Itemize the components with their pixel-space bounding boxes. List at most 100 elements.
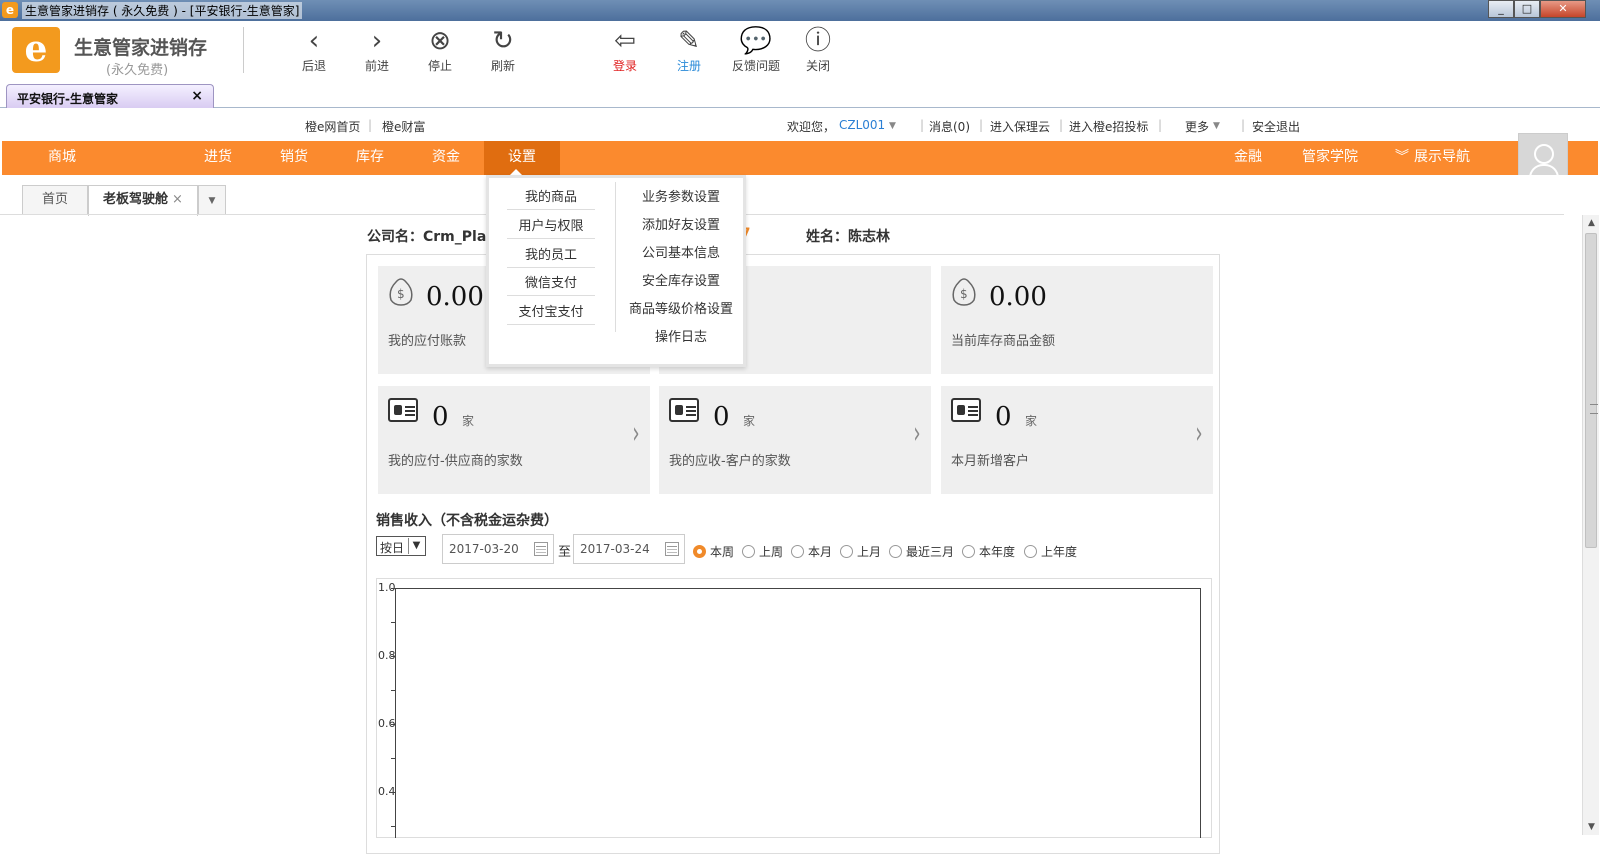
menu-item-grade-price[interactable]: 商品等级价格设置 (618, 298, 744, 317)
stop-button[interactable]: ⊗ 停止 (415, 25, 465, 74)
menu-item-safety-stock[interactable]: 安全库存设置 (618, 270, 744, 289)
close-button[interactable]: ⓘ 关闭 (793, 25, 843, 74)
nav-item-funds[interactable]: 资金 (406, 141, 486, 175)
nav-item-finance[interactable]: 金融 (1218, 141, 1278, 175)
more-menu[interactable]: 更多 (1185, 118, 1209, 135)
menu-item-company-info[interactable]: 公司基本信息 (618, 242, 744, 261)
browser-tab-close-icon[interactable]: × (191, 88, 203, 104)
tab-cockpit[interactable]: 老板驾驶舱 × (88, 185, 198, 216)
home-link[interactable]: 橙e网首页 (305, 118, 360, 135)
link-separator: | (1241, 118, 1246, 132)
chevron-right-icon[interactable]: › (913, 416, 920, 451)
login-icon: ⇦ (614, 26, 636, 56)
range-radio-last-3-months[interactable]: 最近三月 (889, 543, 954, 560)
window-titlebar: e 生意管家进销存 ( 永久免费 ) - [平安银行-生意管家] _ □ ✕ (0, 0, 1600, 21)
feedback-icon: 💬 (739, 26, 773, 56)
user-name: 姓名：陈志林 (806, 229, 890, 245)
calendar-icon[interactable] (665, 542, 679, 556)
range-radio-this-month[interactable]: 本月 (791, 543, 832, 560)
link-separator: | (1059, 118, 1064, 132)
wealth-link[interactable]: 橙e财富 (382, 118, 425, 135)
link-separator: | (920, 118, 925, 132)
menu-item-my-products[interactable]: 我的商品 (507, 186, 595, 210)
scroll-thumb[interactable] (1585, 233, 1598, 548)
menu-item-operation-log[interactable]: 操作日志 (618, 326, 744, 345)
nav-item-show-nav[interactable]: 展示导航 (1409, 141, 1475, 175)
tab-divider (0, 214, 1564, 215)
maximize-button[interactable]: □ (1514, 0, 1540, 18)
range-radio-last-year[interactable]: 上年度 (1024, 543, 1077, 560)
tab-menu-button[interactable]: ▼ (198, 185, 226, 215)
scroll-up-icon[interactable]: ▲ (1583, 215, 1600, 231)
y-minor-tick-mark (391, 758, 395, 759)
range-radio-last-month[interactable]: 上月 (840, 543, 881, 560)
browser-tab-strip: 平安银行-生意管家 × (0, 81, 1600, 108)
menu-item-business-params[interactable]: 业务参数设置 (618, 186, 744, 205)
welcome-text: 欢迎您， (787, 120, 836, 134)
tab-close-icon[interactable]: × (172, 192, 183, 207)
nav-item-purchase[interactable]: 进货 (178, 141, 258, 175)
chevron-right-icon[interactable]: › (1195, 416, 1202, 451)
menu-item-users-permissions[interactable]: 用户与权限 (507, 215, 595, 239)
stat-card-customers[interactable]: 0 家 我的应收-客户的家数 › (659, 386, 931, 494)
radio-icon (962, 545, 975, 558)
brand-subtitle: (永久免费) (106, 63, 169, 78)
browser-tab[interactable]: 平安银行-生意管家 × (6, 84, 214, 108)
nav-item-sales[interactable]: 销货 (254, 141, 334, 175)
contact-card-icon (384, 398, 418, 432)
group-by-select[interactable]: 按日 ▼ (376, 536, 426, 556)
user-menu[interactable]: CZL001 (839, 118, 885, 132)
range-radio-last-week[interactable]: 上周 (742, 543, 783, 560)
browser-tab-label: 平安银行-生意管家 (17, 92, 118, 106)
window-close-button[interactable]: ✕ (1540, 0, 1586, 18)
menu-item-alipay[interactable]: 支付宝支付 (507, 301, 595, 325)
range-radio-this-year[interactable]: 本年度 (962, 543, 1015, 560)
menu-item-wechat-pay[interactable]: 微信支付 (507, 272, 595, 296)
refresh-button[interactable]: ↻ 刷新 (478, 25, 528, 74)
calendar-icon[interactable] (534, 542, 548, 556)
settings-dropdown-menu: 我的商品 用户与权限 我的员工 微信支付 支付宝支付 业务参数设置 添加好友设置… (486, 175, 746, 367)
stat-card-new-customers[interactable]: 0 家 本月新增客户 › (941, 386, 1213, 494)
vertical-scrollbar[interactable]: ▲ ▼ (1582, 215, 1599, 835)
more-dropdown-icon[interactable]: ▼ (1213, 121, 1220, 131)
y-minor-tick-mark (391, 690, 395, 691)
stat-unit: 家 (1025, 414, 1038, 428)
forward-button[interactable]: › 前进 (352, 25, 402, 74)
baoli-link[interactable]: 进入保理云 (990, 118, 1050, 135)
y-tick-mark (391, 724, 395, 725)
close-circle-icon: ⓘ (804, 26, 831, 56)
range-radio-this-week[interactable]: 本周 (693, 543, 734, 560)
zhaotoubiao-link[interactable]: 进入橙e招投标 (1069, 118, 1148, 135)
caret-down-icon: ▼ (208, 196, 216, 206)
app-icon: e (2, 2, 18, 18)
link-separator: | (368, 118, 373, 132)
register-button[interactable]: ✎ 注册 (664, 25, 714, 74)
menu-item-my-staff[interactable]: 我的员工 (507, 244, 595, 268)
nav-item-inventory[interactable]: 库存 (330, 141, 410, 175)
messages-link[interactable]: 消息(0) (929, 118, 970, 135)
feedback-button[interactable]: 💬 反馈问题 (727, 25, 785, 74)
menu-item-friend-settings[interactable]: 添加好友设置 (618, 214, 744, 233)
nav-item-academy[interactable]: 管家学院 (1290, 141, 1370, 175)
minimize-button[interactable]: _ (1488, 0, 1514, 18)
stat-card-suppliers[interactable]: 0 家 我的应付-供应商的家数 › (378, 386, 650, 494)
scroll-down-icon[interactable]: ▼ (1583, 819, 1600, 835)
main-nav: 商城 进货 销货 库存 资金 设置 金融 管家学院 ︾ 展示导航 (2, 141, 1598, 175)
avatar-head-icon (1534, 144, 1554, 164)
nav-item-mall[interactable]: 商城 (22, 141, 102, 175)
svg-text:$: $ (960, 287, 968, 301)
back-button[interactable]: ‹ 后退 (289, 25, 339, 74)
login-button[interactable]: ⇦ 登录 (600, 25, 650, 74)
tab-home[interactable]: 首页 (22, 185, 88, 215)
stat-value: 0 (995, 402, 1012, 432)
link-separator: | (1158, 118, 1163, 132)
chevron-right-icon[interactable]: › (632, 416, 639, 451)
sales-section-title: 销售收入（不含税金运杂费） (376, 513, 558, 529)
date-from-input[interactable]: 2017-03-20 (442, 534, 554, 564)
stat-value: 0 (713, 402, 730, 432)
nav-item-settings[interactable]: 设置 (484, 141, 560, 175)
logout-link[interactable]: 安全退出 (1252, 118, 1300, 135)
stat-card-inventory-value[interactable]: $ 0.00 当前库存商品金额 (941, 266, 1213, 374)
date-to-input[interactable]: 2017-03-24 (573, 534, 685, 564)
user-dropdown-icon[interactable]: ▼ (889, 121, 896, 131)
